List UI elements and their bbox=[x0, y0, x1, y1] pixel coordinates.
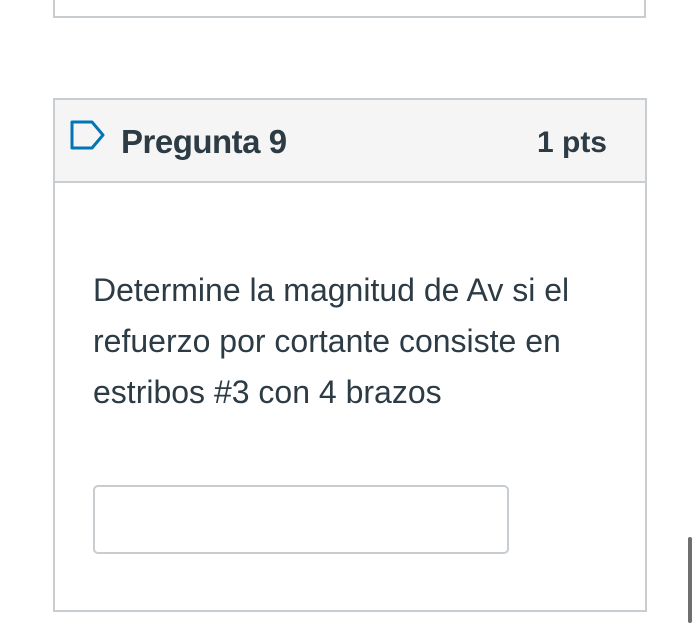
question-title: Pregunta 9 bbox=[121, 123, 287, 160]
question-text: Determine la magnitud de Av si el refuer… bbox=[93, 272, 570, 410]
scrollbar-thumb[interactable] bbox=[688, 537, 692, 623]
question-card: Pregunta 9 1 pts Determine la magnitud d… bbox=[53, 98, 647, 612]
answer-input[interactable] bbox=[93, 485, 509, 554]
question-header: Pregunta 9 1 pts bbox=[55, 100, 645, 183]
flag-icon[interactable] bbox=[70, 120, 106, 150]
previous-question-card bbox=[53, 0, 646, 18]
question-points: 1 pts bbox=[536, 126, 607, 159]
